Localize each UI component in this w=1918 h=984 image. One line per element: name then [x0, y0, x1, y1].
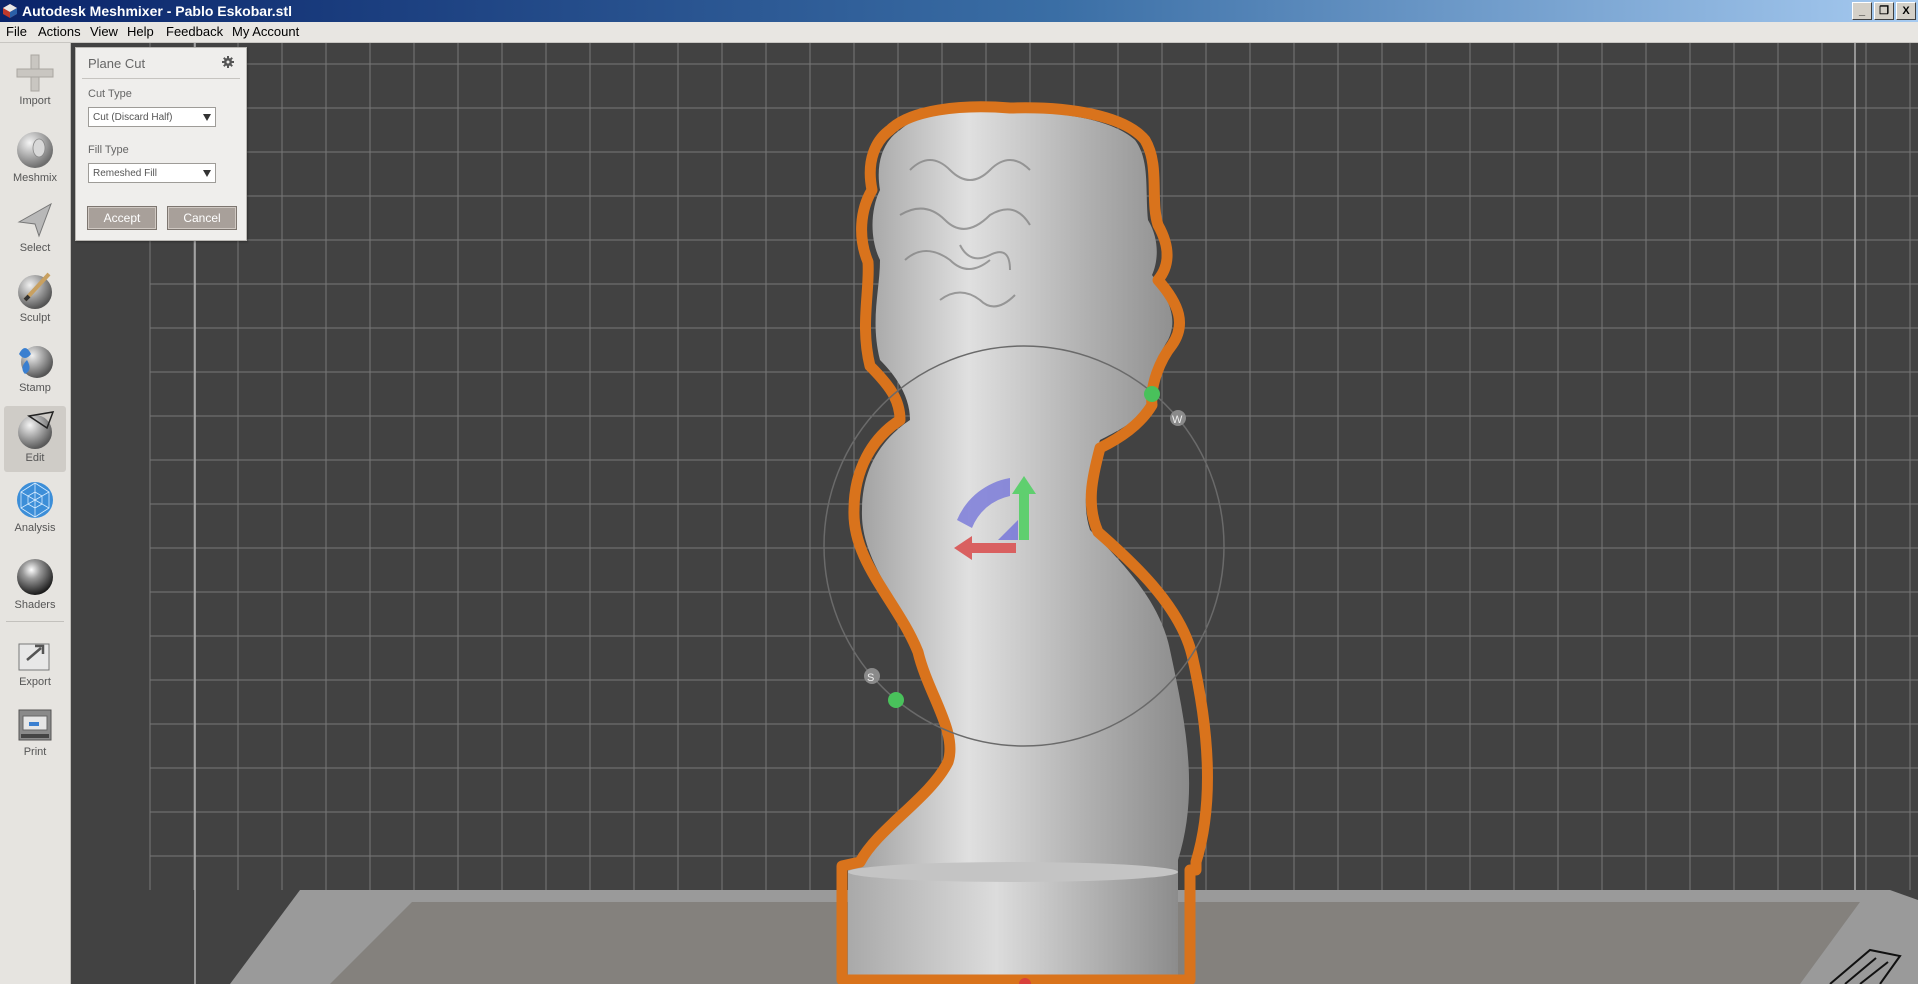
tool-print-label: Print [23, 746, 47, 758]
tool-shaders-label: Shaders [14, 599, 56, 611]
tool-analysis-label: Analysis [14, 522, 56, 534]
tool-meshmix-label: Meshmix [12, 172, 57, 184]
tool-export[interactable]: Export [4, 630, 66, 696]
export-icon [18, 643, 50, 671]
3d-viewport[interactable]: W S [71, 43, 1918, 984]
menu-help[interactable]: Help [127, 22, 154, 42]
tool-sculpt-label: Sculpt [19, 312, 51, 324]
fill-type-value: Remeshed Fill [93, 168, 157, 179]
accept-button[interactable]: Accept [87, 206, 157, 230]
sculpt-brush-icon [18, 272, 52, 309]
model-base [848, 868, 1178, 978]
menu-file[interactable]: File [6, 22, 27, 42]
close-button[interactable]: X [1896, 2, 1916, 20]
window-title: Autodesk Meshmixer - Pablo Eskobar.stl [22, 3, 292, 19]
tool-edit[interactable]: Edit [4, 406, 66, 472]
menu-my-account[interactable]: My Account [232, 22, 299, 42]
gizmo-handle-green[interactable] [1144, 386, 1160, 402]
tool-select-label: Select [19, 242, 51, 254]
menu-feedback[interactable]: Feedback [166, 22, 223, 42]
cancel-button[interactable]: Cancel [167, 206, 237, 230]
tool-import-label: Import [19, 95, 51, 107]
panel-separator [82, 78, 240, 79]
model-base-top [848, 862, 1178, 882]
toolbar-divider [6, 621, 64, 622]
gizmo-handle-green[interactable] [888, 692, 904, 708]
dropdown-arrow-icon [203, 170, 211, 177]
tool-sculpt[interactable]: Sculpt [4, 266, 66, 332]
cut-type-select[interactable]: Cut (Discard Half) [88, 107, 216, 127]
restore-button[interactable]: ❐ [1874, 2, 1894, 20]
dropdown-arrow-icon [203, 114, 211, 121]
tool-export-label: Export [19, 676, 51, 688]
tool-stamp[interactable]: Stamp [4, 336, 66, 402]
gizmo-label-w: W [1172, 414, 1183, 426]
tool-meshmix[interactable]: Meshmix [4, 126, 66, 192]
fill-type-select[interactable]: Remeshed Fill [88, 163, 216, 183]
left-toolbar: Import Meshmix Select Sculpt Stamp Edit … [0, 43, 71, 984]
tool-edit-label: Edit [25, 452, 45, 464]
plus-icon [16, 54, 54, 92]
stamp-icon [19, 346, 53, 378]
tool-shaders[interactable]: Shaders [4, 553, 66, 619]
tool-print[interactable]: Print [4, 700, 66, 766]
gear-icon[interactable] [222, 56, 234, 68]
cut-type-label: Cut Type [88, 88, 132, 100]
menu-bar: File Actions View Help Feedback My Accou… [0, 22, 1918, 43]
plane-cut-panel: Plane Cut Cut Type Cut (Discard Half) Fi… [75, 47, 247, 241]
title-bar: Autodesk Meshmixer - Pablo Eskobar.stl _… [0, 0, 1918, 22]
tool-stamp-label: Stamp [19, 382, 51, 394]
tool-analysis[interactable]: Analysis [4, 476, 66, 542]
analysis-mesh-icon [17, 482, 53, 518]
model-bust [850, 110, 1190, 976]
fill-type-label: Fill Type [88, 144, 129, 156]
meshmix-head-icon [17, 132, 53, 168]
shaders-sphere-icon [17, 559, 53, 595]
meshmixer-app-icon[interactable] [2, 3, 18, 19]
edit-sphere-icon [18, 411, 55, 449]
minimize-button[interactable]: _ [1852, 2, 1872, 20]
select-arrow-icon [17, 202, 52, 238]
cut-type-value: Cut (Discard Half) [93, 112, 173, 123]
gizmo-up-arrow[interactable] [1019, 492, 1029, 540]
menu-view[interactable]: View [90, 22, 118, 42]
tool-select[interactable]: Select [4, 196, 66, 262]
printer-icon [18, 709, 52, 741]
gizmo-left-arrow[interactable] [970, 543, 1016, 553]
panel-title: Plane Cut [88, 56, 146, 71]
tool-import[interactable]: Import [4, 49, 66, 115]
gizmo-label-s: S [867, 672, 874, 684]
scene-canvas[interactable]: W S [71, 43, 1918, 984]
menu-actions[interactable]: Actions [38, 22, 81, 42]
